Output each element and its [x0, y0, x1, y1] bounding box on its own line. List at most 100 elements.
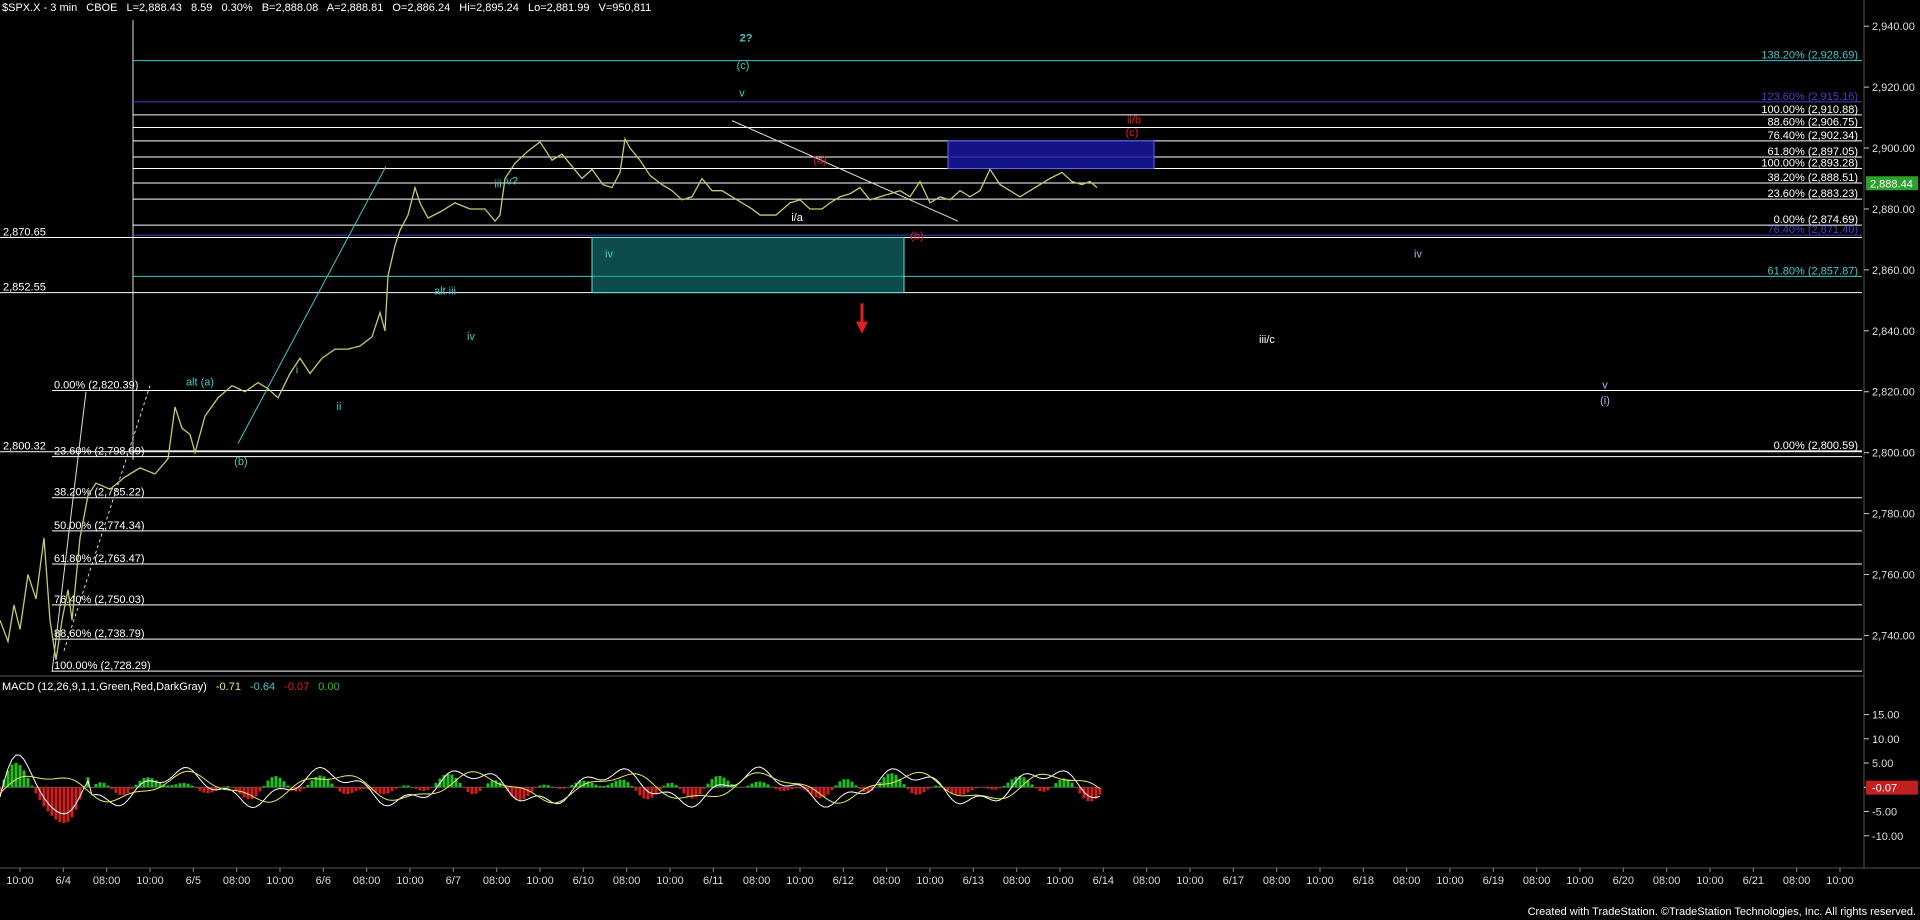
wave-label: v	[739, 87, 745, 99]
wave-label: i/a	[791, 212, 804, 224]
macd-y-tick-label: -5.00	[1872, 807, 1897, 819]
last-price-label: 2,888.44	[1870, 178, 1913, 190]
wave-label: (b)	[910, 230, 923, 242]
pct-change: 0.30%	[221, 2, 253, 14]
x-tick-label: 6/19	[1483, 875, 1504, 887]
price-level-label: 2,852.55	[3, 282, 46, 294]
x-tick-label: 08:00	[483, 875, 511, 887]
price-level-label: 2,870.65	[3, 226, 46, 238]
wave-label: ii	[337, 401, 342, 413]
x-tick-label: 6/13	[963, 875, 984, 887]
x-tick-label: 08:00	[873, 875, 901, 887]
macd-last-label: -0.07	[1872, 783, 1897, 795]
wave-label: v	[1602, 380, 1608, 392]
macd-y-tick-label: 15.00	[1872, 710, 1900, 722]
macd-value-4: 0.00	[318, 681, 340, 693]
x-tick-label: 08:00	[93, 875, 121, 887]
macd-y-tick-label: 10.00	[1872, 734, 1900, 746]
y-tick-label: 2,780.00	[1872, 509, 1915, 521]
price-level-label: 2,800.32	[3, 441, 46, 453]
y-tick-label: 2,940.00	[1872, 21, 1915, 33]
wave-label: i	[296, 364, 298, 376]
y-tick-label: 2,740.00	[1872, 630, 1915, 642]
x-tick-label: 08:00	[1523, 875, 1551, 887]
wave-label: 2?	[740, 32, 753, 44]
fib-level-label: 100.00% (2,893.28)	[1761, 158, 1858, 170]
x-tick-label: 10:00	[916, 875, 944, 887]
wave-label: iii	[494, 179, 501, 191]
x-tick-label: 10:00	[266, 875, 294, 887]
left-fib-label: 61.80% (2,763.47)	[54, 553, 145, 565]
x-tick-label: 08:00	[613, 875, 641, 887]
exchange-label: CBOE	[86, 2, 118, 14]
macd-label: MACD (12,26,9,1,1,Green,Red,DarkGray)	[2, 681, 207, 693]
macd-value-2: -0.64	[250, 681, 276, 693]
left-fib-label: 50.00% (2,774.34)	[54, 520, 145, 532]
wave-label: v?	[506, 176, 518, 188]
y-tick-label: 2,880.00	[1872, 204, 1915, 216]
wave-label: (c)	[737, 60, 750, 72]
x-tick-label: 6/12	[833, 875, 854, 887]
left-fib-label: 38.20% (2,785.22)	[54, 487, 145, 499]
x-tick-label: 08:00	[1003, 875, 1031, 887]
x-tick-label: 08:00	[743, 875, 771, 887]
wave-label: iv	[605, 249, 613, 261]
fib-level-label: 76.40% (2,902.34)	[1767, 130, 1858, 142]
x-tick-label: 10:00	[1046, 875, 1074, 887]
x-tick-label: 10:00	[1436, 875, 1464, 887]
y-tick-label: 2,860.00	[1872, 265, 1915, 277]
wave-label: alt (a)	[186, 377, 214, 389]
wave-label: (b)	[234, 456, 247, 468]
high-price: Hi=2,895.24	[459, 2, 519, 14]
x-tick-label: 10:00	[656, 875, 684, 887]
x-tick-label: 6/20	[1613, 875, 1634, 887]
last-price: L=2,888.43	[126, 2, 182, 14]
y-tick-label: 2,920.00	[1872, 82, 1915, 94]
low-price: Lo=2,881.99	[527, 2, 590, 14]
x-tick-label: 08:00	[1783, 875, 1811, 887]
x-tick-label: 08:00	[223, 875, 251, 887]
wave-label: (i)	[1600, 395, 1610, 407]
blue-target-box	[947, 140, 1155, 170]
price-chart[interactable]: 2,940.00 2,920.00 2,900.00 2,880.00 2,860.00…	[0, 0, 1920, 920]
x-tick-label: 10:00	[1696, 875, 1724, 887]
volume: V=950,811	[598, 2, 652, 14]
x-tick-label: 08:00	[1133, 875, 1161, 887]
macd-y-tick-label: -10.00	[1872, 831, 1903, 843]
y-tick-label: 2,900.00	[1872, 143, 1915, 155]
left-fib-label: 76.40% (2,750.03)	[54, 594, 145, 606]
x-tick-label: 10:00	[1176, 875, 1204, 887]
x-tick-label: 6/4	[56, 875, 71, 887]
y-tick-label: 2,800.00	[1872, 448, 1915, 460]
bid-price: B=2,888.08	[261, 2, 319, 14]
fib-level-label: 0.00% (2,800.59)	[1774, 440, 1858, 452]
x-tick-label: 08:00	[1263, 875, 1291, 887]
x-tick-label: 10:00	[1306, 875, 1334, 887]
fib-level-label: 38.20% (2,888.51)	[1767, 172, 1858, 184]
wave-label: alt iii	[434, 285, 456, 297]
left-fib-label: 100.00% (2,728.29)	[54, 660, 151, 672]
fib-level-label: 61.80% (2,857.87)	[1767, 265, 1858, 277]
fib-level-label: 76.40% (2,871.40)	[1767, 224, 1858, 236]
symbol-label: $SPX.X - 3 min	[2, 2, 78, 14]
wave-label: iii/c	[1259, 334, 1275, 346]
fib-level-label: 138.20% (2,928.69)	[1761, 50, 1858, 62]
open-price: O=2,886.24	[392, 2, 451, 14]
fib-level-label: 88.60% (2,906.75)	[1767, 116, 1858, 128]
macd-value-1: -0.71	[215, 681, 241, 693]
x-tick-label: 08:00	[1393, 875, 1421, 887]
x-tick-label: 6/11	[703, 875, 724, 887]
fib-level-label: 123.60% (2,915.16)	[1761, 91, 1858, 103]
x-tick-label: 6/18	[1353, 875, 1374, 887]
ask-price: A=2,888.81	[326, 2, 384, 14]
left-fib-label: 0.00% (2,820.39)	[54, 380, 138, 392]
x-tick-label: 10:00	[1566, 875, 1594, 887]
x-tick-label: 08:00	[353, 875, 381, 887]
fib-level-label: 100.00% (2,910.88)	[1761, 104, 1858, 116]
fib-level-label: 23.60% (2,883.23)	[1767, 188, 1858, 200]
wave-label: (a)	[813, 154, 826, 166]
cyan-target-box	[591, 236, 905, 294]
x-tick-label: 10:00	[526, 875, 554, 887]
macd-header: MACD (12,26,9,1,1,Green,Red,DarkGray) -0…	[2, 681, 346, 693]
x-tick-label: 08:00	[1653, 875, 1681, 887]
